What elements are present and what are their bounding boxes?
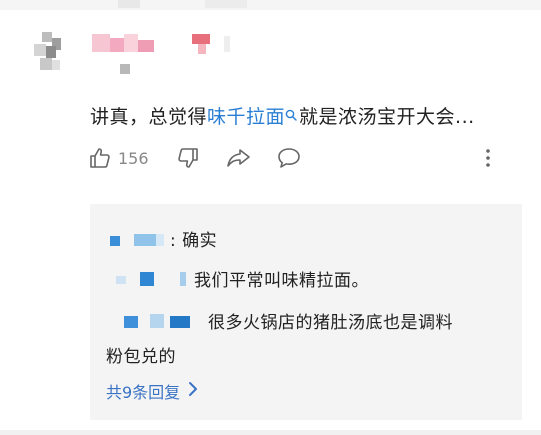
search-icon[interactable] [285, 104, 297, 126]
reply-text: 很多火锅店的猪肚汤底也是调料 [208, 313, 453, 333]
comment-text-after: 就是浓汤宝开大会... [299, 106, 475, 128]
more-replies-label: 共9条回复 [106, 383, 181, 402]
blurred-username [180, 272, 186, 286]
comment-text: 讲真，总觉得味千拉面 就是浓汤宝开大会... [90, 102, 475, 129]
replies-box: : 确实 我们平常叫味精拉面。 很多火锅店的猪肚汤底也是调料 粉包兑的 共9条回… [90, 204, 522, 420]
reply-text: 我们平常叫味精拉面。 [194, 271, 369, 291]
comment-text-before: 讲真，总觉得 [90, 106, 208, 128]
share-icon [226, 146, 252, 170]
avatar[interactable] [34, 32, 62, 72]
reply-text: : 确实 [170, 231, 218, 251]
top-strip [0, 0, 541, 10]
bottom-strip [0, 430, 541, 435]
share-button[interactable] [226, 146, 252, 170]
thumbs-down-icon [176, 146, 200, 170]
blurred-username [116, 276, 126, 284]
blurred-content [205, 0, 247, 8]
thumbs-up-icon [88, 146, 112, 170]
chevron-right-icon [180, 381, 198, 401]
blurred-username [170, 316, 190, 328]
like-count: 156 [118, 148, 149, 168]
blurred-username [150, 314, 164, 328]
more-icon [484, 146, 492, 170]
comment-icon [276, 146, 302, 170]
blurred-username [134, 234, 156, 246]
reply-text-continued: 粉包兑的 [106, 347, 176, 367]
view-more-replies-link[interactable]: 共9条回复 [106, 379, 198, 403]
blurred-username [156, 234, 164, 246]
blurred-username [140, 272, 154, 286]
keyword-link[interactable]: 味千拉面 [207, 106, 285, 128]
comment-button[interactable] [276, 146, 302, 170]
more-button[interactable] [484, 146, 492, 170]
blurred-content [118, 0, 140, 8]
action-bar: 156 [88, 146, 508, 176]
blurred-username [110, 236, 120, 246]
like-button[interactable]: 156 [88, 146, 149, 170]
username[interactable] [90, 30, 240, 78]
dislike-button[interactable] [176, 146, 200, 170]
blurred-username [124, 316, 138, 328]
